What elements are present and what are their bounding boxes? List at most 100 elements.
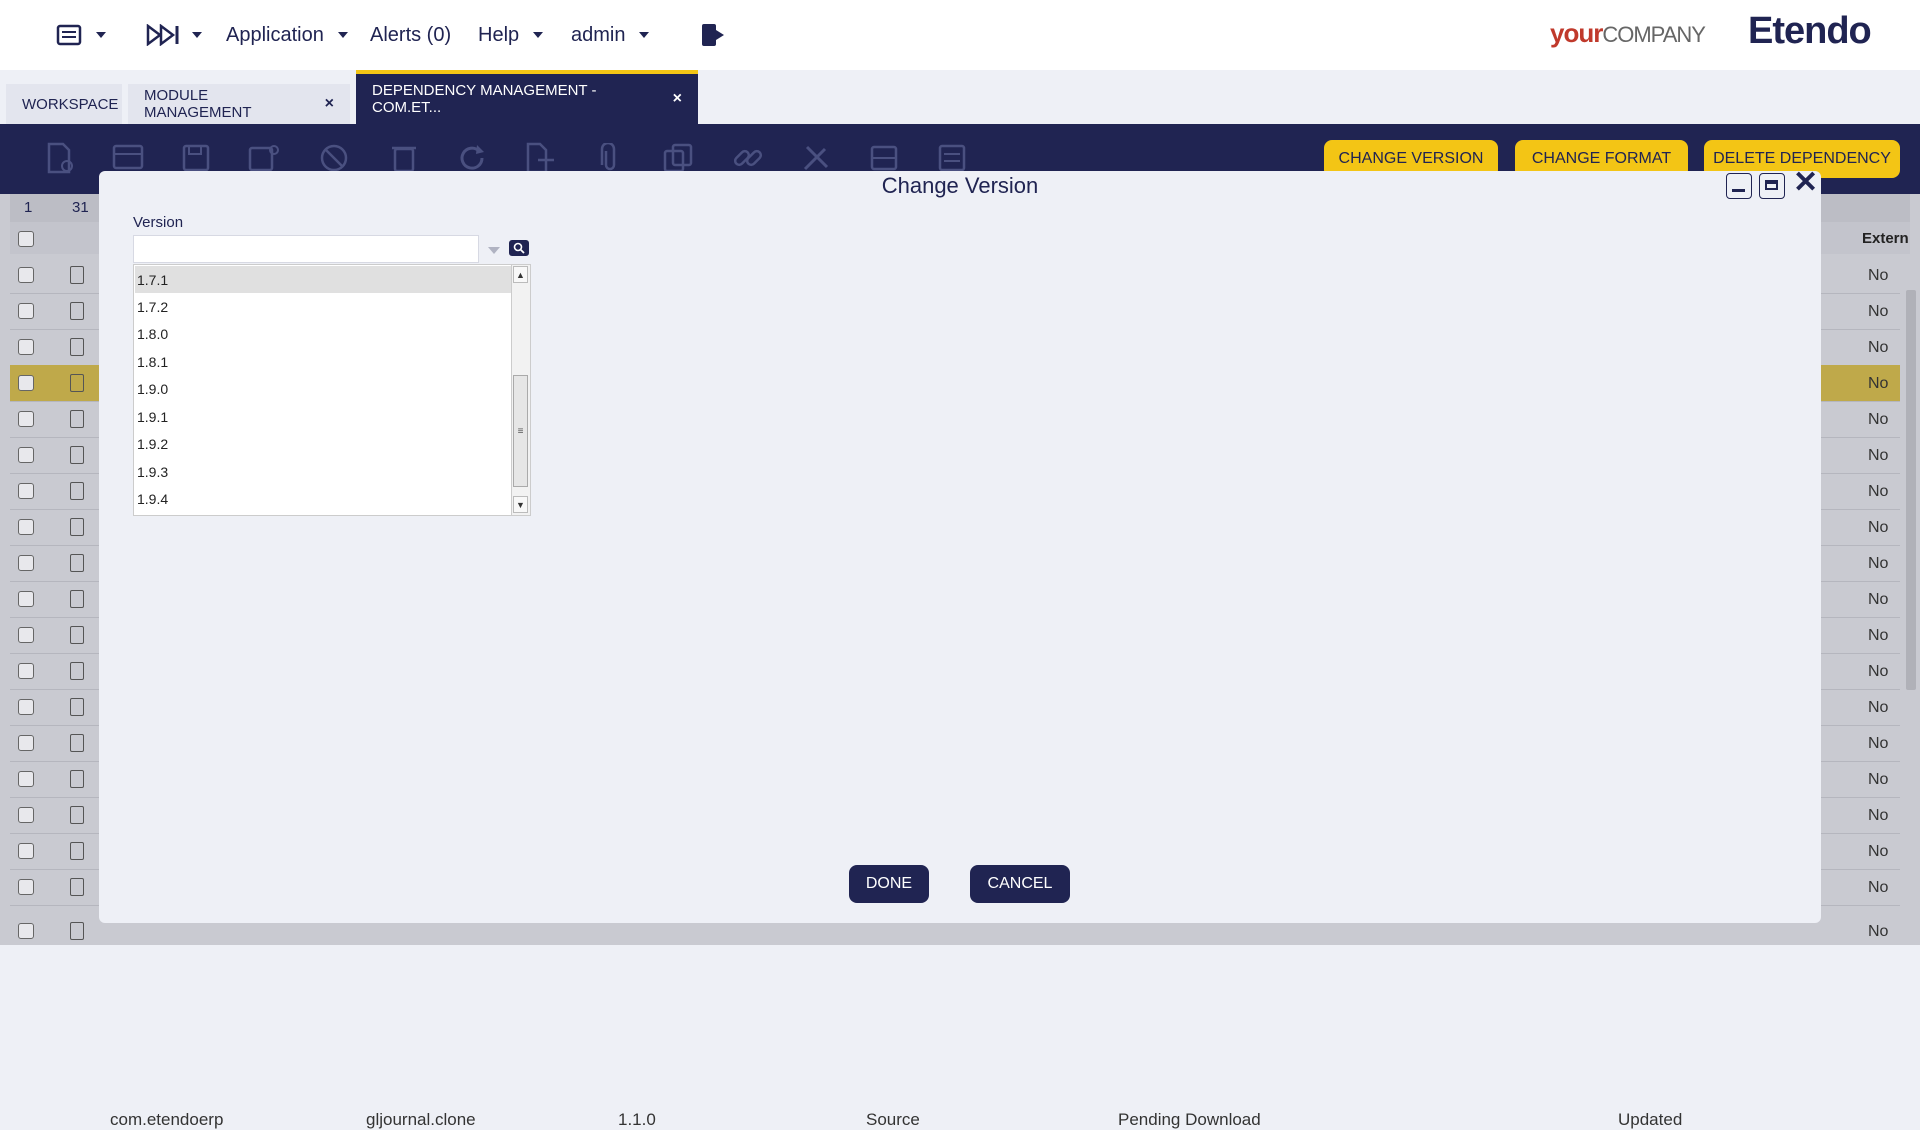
document-icon[interactable] xyxy=(70,410,84,428)
tab-dependency-management[interactable]: DEPENDENCY MANAGEMENT - COM.ET... × xyxy=(356,70,698,124)
row-checkbox[interactable] xyxy=(18,843,34,859)
tab-workspace[interactable]: WORKSPACE xyxy=(6,84,122,124)
alerts-link[interactable]: Alerts (0) xyxy=(370,0,451,70)
list-item[interactable]: 1.9.4 xyxy=(135,485,513,512)
document-icon[interactable] xyxy=(70,662,84,680)
document-icon[interactable] xyxy=(70,878,84,896)
chevron-down-icon[interactable] xyxy=(488,247,500,254)
row-checkbox[interactable] xyxy=(18,411,34,427)
list-item[interactable]: 1.8.0 xyxy=(135,320,513,347)
row-checkbox[interactable] xyxy=(18,447,34,463)
tab-module-management[interactable]: MODULE MANAGEMENT × xyxy=(128,84,350,124)
list-menu-icon xyxy=(56,24,82,46)
document-icon[interactable] xyxy=(70,806,84,824)
list-item[interactable]: 1.9.2 xyxy=(135,430,513,457)
close-tab-icon[interactable]: × xyxy=(673,90,682,108)
row-checkbox[interactable] xyxy=(18,807,34,823)
form-view-icon[interactable] xyxy=(936,142,968,174)
document-icon[interactable] xyxy=(70,482,84,500)
top-navigation-bar: Application Alerts (0) Help admin yourCO… xyxy=(0,0,1920,70)
search-button[interactable] xyxy=(509,240,529,256)
copy-record-icon[interactable] xyxy=(662,142,694,174)
list-item[interactable]: 1.9.3 xyxy=(135,458,513,485)
maximize-button[interactable] xyxy=(1759,173,1785,199)
document-icon[interactable] xyxy=(70,698,84,716)
new-document-icon[interactable] xyxy=(44,142,76,174)
refresh-icon[interactable] xyxy=(456,142,488,174)
scrollbar-thumb[interactable] xyxy=(1906,290,1916,690)
extern-cell: No xyxy=(1868,771,1889,788)
minimize-icon xyxy=(1732,189,1745,192)
list-item[interactable]: 1.9.1 xyxy=(135,403,513,430)
document-icon[interactable] xyxy=(70,302,84,320)
grid-view-icon[interactable] xyxy=(868,142,900,174)
document-icon[interactable] xyxy=(70,446,84,464)
attachment-icon[interactable] xyxy=(594,142,626,174)
document-icon[interactable] xyxy=(70,842,84,860)
close-tab-icon[interactable]: × xyxy=(325,95,334,113)
version-input[interactable] xyxy=(133,235,479,263)
tools-icon[interactable] xyxy=(800,142,832,174)
document-icon[interactable] xyxy=(70,554,84,572)
list-scrollbar[interactable]: ▲ ≡ ▼ xyxy=(511,265,530,515)
row-checkbox[interactable] xyxy=(18,375,34,391)
logout-button[interactable] xyxy=(700,0,726,70)
done-button[interactable]: DONE xyxy=(849,865,929,903)
extern-cell: No xyxy=(1868,591,1889,608)
application-menu[interactable]: Application xyxy=(226,0,348,70)
document-icon[interactable] xyxy=(70,374,84,392)
document-icon[interactable] xyxy=(70,338,84,356)
row-checkbox[interactable] xyxy=(18,339,34,355)
row-checkbox[interactable] xyxy=(18,483,34,499)
status-cell: Pending Download xyxy=(1118,1110,1261,1129)
document-icon[interactable] xyxy=(70,266,84,284)
list-item[interactable]: 1.7.1 xyxy=(135,266,513,293)
undo-icon[interactable] xyxy=(318,142,350,174)
row-checkbox[interactable] xyxy=(18,771,34,787)
scroll-down-icon[interactable]: ▼ xyxy=(513,496,528,513)
select-all-checkbox[interactable] xyxy=(18,231,34,247)
row-checkbox[interactable] xyxy=(18,923,34,939)
delete-icon[interactable] xyxy=(388,142,420,174)
new-record-icon[interactable] xyxy=(112,142,144,174)
user-menu[interactable]: admin xyxy=(571,0,650,70)
row-checkbox[interactable] xyxy=(18,627,34,643)
menu-launcher[interactable] xyxy=(56,0,106,70)
document-icon[interactable] xyxy=(70,922,84,940)
row-checkbox[interactable] xyxy=(18,879,34,895)
list-item[interactable]: 1.8.1 xyxy=(135,348,513,375)
extern-cell: No xyxy=(1868,923,1889,940)
scroll-up-icon[interactable]: ▲ xyxy=(513,266,528,283)
document-icon[interactable] xyxy=(70,734,84,752)
save-close-icon[interactable] xyxy=(248,142,280,174)
link-icon[interactable] xyxy=(732,142,764,174)
document-icon[interactable] xyxy=(70,518,84,536)
cancel-button[interactable]: CANCEL xyxy=(970,865,1070,903)
list-item[interactable]: 1.9.0 xyxy=(135,375,513,402)
row-checkbox[interactable] xyxy=(18,591,34,607)
row-checkbox[interactable] xyxy=(18,663,34,679)
row-checkbox[interactable] xyxy=(18,735,34,751)
save-icon[interactable] xyxy=(180,142,212,174)
close-dialog-icon[interactable]: ✕ xyxy=(1793,165,1818,200)
minimize-button[interactable] xyxy=(1726,173,1752,199)
grid-scrollbar[interactable] xyxy=(1904,260,1918,945)
extern-cell: No xyxy=(1868,483,1889,500)
help-label: Help xyxy=(478,23,520,46)
row-checkbox[interactable] xyxy=(18,519,34,535)
scrollbar-thumb[interactable]: ≡ xyxy=(513,375,528,487)
document-icon[interactable] xyxy=(70,770,84,788)
list-item[interactable]: 1.7.2 xyxy=(135,293,513,320)
row-checkbox[interactable] xyxy=(18,699,34,715)
quick-launch[interactable] xyxy=(146,0,202,70)
help-menu[interactable]: Help xyxy=(478,0,544,70)
extern-cell: No xyxy=(1868,303,1889,320)
etendo-logo: Etendo xyxy=(1748,10,1872,52)
row-checkbox[interactable] xyxy=(18,303,34,319)
document-icon[interactable] xyxy=(70,590,84,608)
document-icon[interactable] xyxy=(70,626,84,644)
row-checkbox[interactable] xyxy=(18,267,34,283)
row-checkbox[interactable] xyxy=(18,555,34,571)
version-cell: 1.1.0 xyxy=(618,1110,656,1129)
export-icon[interactable] xyxy=(524,142,556,174)
